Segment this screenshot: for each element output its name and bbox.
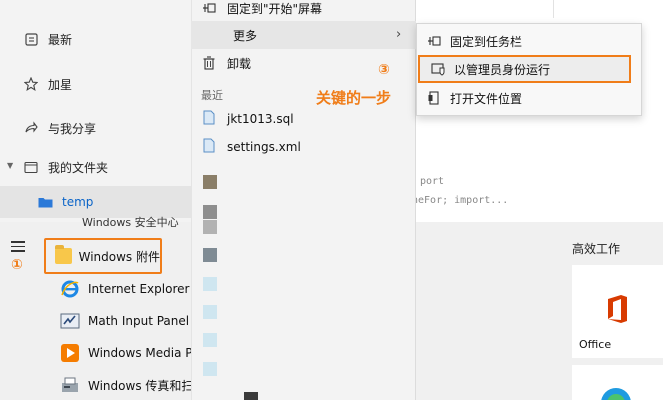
blurred-file-icon: [203, 205, 217, 219]
folder-outline-icon: [23, 159, 39, 175]
blurred-file-icon: [203, 333, 217, 347]
folder-icon: [55, 245, 72, 264]
app-label: Internet Explorer: [88, 282, 190, 296]
menu-item-label: 固定到"开始"屏幕: [227, 1, 323, 16]
app-label: Windows Media Pla: [88, 346, 204, 360]
tiles-group-title: 高效工作: [572, 242, 621, 256]
folder-label: Windows 附件: [78, 249, 160, 264]
fax-scan-icon: [60, 375, 80, 395]
folder-icon: [37, 194, 53, 210]
key-step-annotation: 关键的一步: [316, 89, 392, 107]
shield-icon: [430, 62, 446, 76]
office-icon: [604, 294, 630, 327]
blurred-file-icon: [203, 175, 217, 189]
chevron-right-icon: ›: [396, 27, 402, 42]
share-icon: [23, 120, 39, 136]
pin-icon: [426, 35, 442, 47]
code-text: port: [420, 176, 445, 187]
step1-annotation: ①: [11, 257, 23, 273]
blurred-file-icon: [244, 392, 258, 400]
media-player-icon: [60, 343, 80, 363]
file-name: jkt1013.sql: [227, 112, 294, 126]
trash-icon: [201, 56, 217, 70]
app-windows-media-player[interactable]: Windows Media Pla: [60, 339, 203, 367]
sidebar-item-label: temp: [62, 195, 94, 209]
open-location-icon: [426, 91, 442, 105]
menu-item-pin-to-start[interactable]: 固定到"开始"屏幕: [191, 0, 416, 22]
recent-header: 最近: [201, 89, 223, 102]
sidebar-item-my-folders[interactable]: 我的文件夹: [0, 151, 192, 183]
menu-item-open-file-location[interactable]: 打开文件位置: [416, 84, 642, 112]
blurred-file-icon: [203, 248, 217, 262]
app-label: Math Input Panel: [88, 314, 190, 328]
menu-item-label: 打开文件位置: [450, 91, 523, 106]
code-text: heFor; import...: [412, 195, 509, 206]
sidebar-item-label: 与我分享: [48, 121, 97, 136]
app-label: Windows 传真和扫描: [88, 378, 206, 393]
app-windows-security-partial[interactable]: Windows 安全中心: [82, 214, 179, 230]
sidebar-item-label: 加星: [48, 77, 73, 92]
menu-item-pin-to-taskbar[interactable]: 固定到任务栏: [416, 27, 642, 55]
sidebar-item-recent[interactable]: 最新: [0, 23, 192, 55]
edge-tile[interactable]: [572, 365, 663, 400]
sidebar-item-label: 最新: [48, 32, 73, 47]
sidebar-item-shared[interactable]: 与我分享: [0, 112, 192, 144]
edge-icon: [572, 388, 663, 400]
step3-annotation: ③: [378, 62, 390, 78]
menu-item-label: 固定到任务栏: [450, 34, 523, 49]
menu-item-more[interactable]: 更多: [191, 21, 416, 49]
app-windows-fax-scan[interactable]: Windows 传真和扫描: [60, 371, 205, 399]
blurred-file-icon: [203, 277, 217, 291]
menu-item-label: 以管理员身份运行: [454, 62, 551, 77]
blurred-file-icon: [203, 220, 217, 234]
file-name: settings.xml: [227, 140, 301, 154]
app-internet-explorer[interactable]: Internet Explorer: [60, 275, 189, 303]
divider: [553, 0, 554, 18]
math-input-icon: [60, 311, 80, 331]
sidebar-item-starred[interactable]: 加星: [0, 68, 192, 100]
menu-item-run-as-admin[interactable]: 以管理员身份运行: [418, 55, 631, 83]
hamburger-menu-icon[interactable]: [11, 241, 25, 255]
recent-file-item[interactable]: jkt1013.sql: [191, 105, 416, 133]
blurred-file-icon: [203, 305, 217, 319]
recent-file-item[interactable]: settings.xml: [191, 133, 416, 161]
file-icon: [203, 110, 219, 128]
windows-accessories-folder[interactable]: Windows 附件: [44, 238, 162, 274]
blurred-file-icon: [203, 362, 217, 376]
menu-item-label: 更多: [233, 28, 258, 43]
app-math-input-panel[interactable]: Math Input Panel: [60, 307, 189, 335]
tile-label: Office: [579, 338, 612, 351]
office-tile[interactable]: Office: [572, 265, 663, 358]
pin-icon: [201, 2, 217, 14]
menu-item-label: 卸载: [227, 56, 252, 71]
sidebar-item-label: 我的文件夹: [48, 160, 109, 175]
file-icon: [203, 138, 219, 156]
clock-icon: [23, 31, 39, 47]
star-icon: [23, 76, 39, 92]
ie-icon: [60, 279, 80, 299]
